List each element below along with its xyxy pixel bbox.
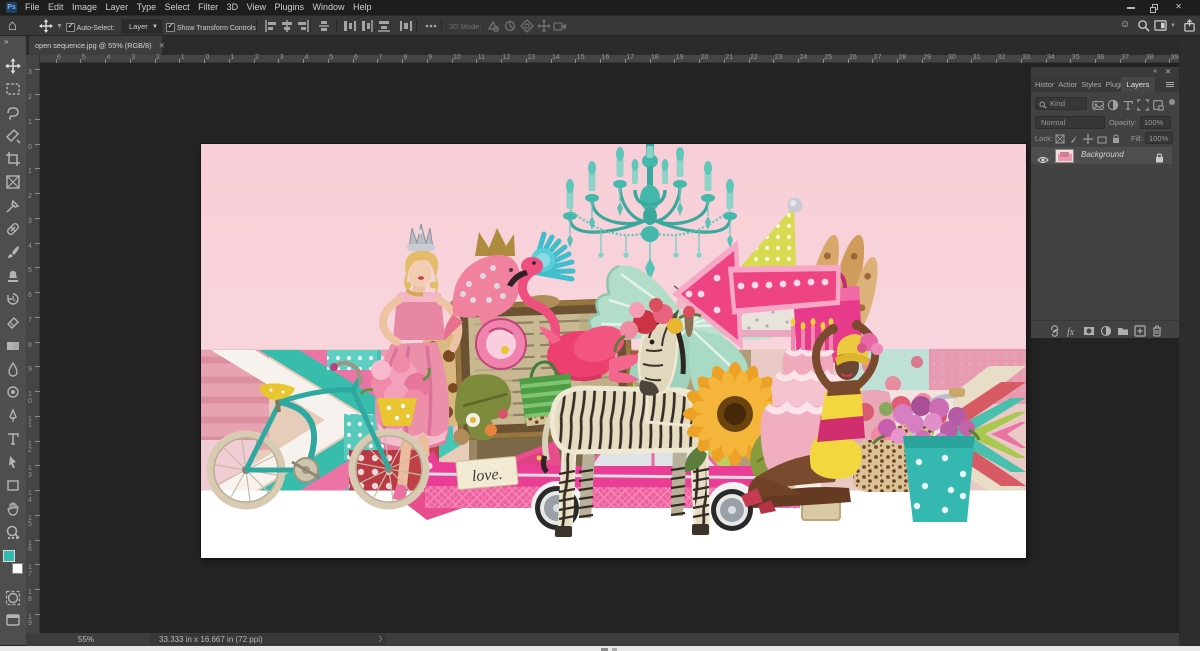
svg-text:love.: love. [471, 465, 503, 485]
svg-text:fx: fx [1067, 327, 1075, 337]
